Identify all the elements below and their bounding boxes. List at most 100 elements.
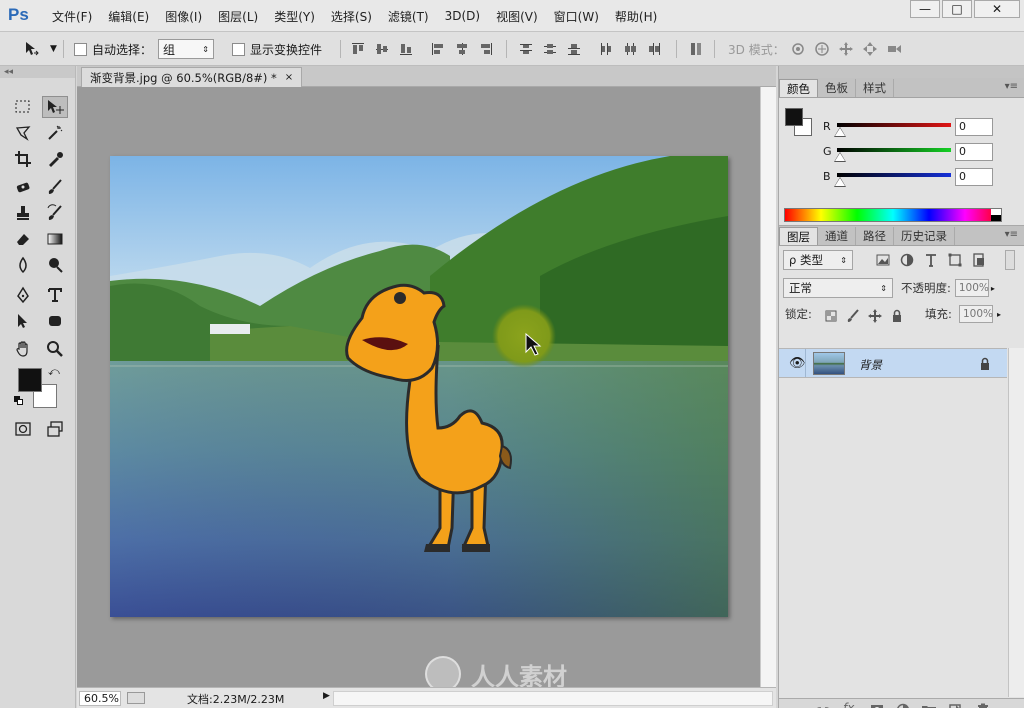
tab-history[interactable]: 历史记录: [894, 227, 955, 245]
tab-paths[interactable]: 路径: [856, 227, 894, 245]
auto-select-dropdown[interactable]: 组 ⇕: [158, 39, 214, 59]
layers-scrollbar[interactable]: [1008, 348, 1024, 697]
menu-type[interactable]: 类型(Y): [266, 8, 323, 25]
magic-wand-tool-icon[interactable]: [42, 122, 68, 144]
distribute-hcenter-icon[interactable]: [622, 41, 638, 57]
new-layer-icon[interactable]: [947, 702, 963, 708]
shape-tool-icon[interactable]: [42, 310, 68, 332]
zoom-level-field[interactable]: 60.5%: [79, 691, 121, 706]
panel-menu-icon[interactable]: ▾≡: [1005, 81, 1018, 92]
clone-stamp-tool-icon[interactable]: [10, 202, 36, 224]
dock-header[interactable]: [779, 66, 1024, 78]
gradient-tool-icon[interactable]: [42, 228, 68, 250]
layers-panel-menu-icon[interactable]: ▾≡: [1005, 229, 1018, 240]
fill-dropdown-icon[interactable]: ▸: [997, 310, 1001, 319]
canvas-area[interactable]: 人人素材: [77, 87, 760, 687]
slider-green-value[interactable]: 0: [955, 143, 993, 161]
menu-3d[interactable]: 3D(D): [437, 9, 488, 23]
close-button[interactable]: ✕: [974, 0, 1020, 18]
menu-edit[interactable]: 编辑(E): [100, 8, 157, 25]
add-mask-icon[interactable]: [869, 702, 885, 708]
opacity-dropdown-icon[interactable]: ▸: [991, 284, 995, 293]
filter-pixel-icon[interactable]: [875, 252, 891, 271]
slider-red-value[interactable]: 0: [955, 118, 993, 136]
layer-name[interactable]: 背景: [859, 357, 882, 373]
tab-color[interactable]: 颜色: [779, 79, 818, 97]
delete-layer-icon[interactable]: [975, 702, 991, 708]
path-selection-tool-icon[interactable]: [10, 310, 36, 332]
hand-tool-icon[interactable]: [10, 338, 36, 360]
menu-help[interactable]: 帮助(H): [607, 8, 665, 25]
tab-swatches[interactable]: 色板: [818, 79, 856, 97]
align-right-icon[interactable]: [478, 41, 494, 57]
slider-blue-thumb[interactable]: [835, 178, 845, 186]
filter-smart-object-icon[interactable]: [971, 252, 987, 271]
type-tool-icon[interactable]: [42, 284, 68, 306]
slider-red-track[interactable]: [837, 123, 951, 127]
slider-blue-track[interactable]: [837, 173, 951, 177]
toolbox-header[interactable]: ◂◂: [0, 66, 75, 78]
move-tool-icon[interactable]: [42, 96, 68, 118]
tab-channels[interactable]: 通道: [818, 227, 856, 245]
adjustment-layer-icon[interactable]: [895, 702, 911, 708]
menu-view[interactable]: 视图(V): [488, 8, 546, 25]
filter-toggle-switch[interactable]: [1005, 250, 1015, 270]
slider-red-thumb[interactable]: [835, 128, 845, 136]
filter-adjustment-icon[interactable]: [899, 252, 915, 271]
align-hcenter-icon[interactable]: [454, 41, 470, 57]
3d-rotate-icon[interactable]: [790, 41, 806, 57]
link-layers-icon[interactable]: [815, 702, 831, 708]
align-bottom-icon[interactable]: [398, 41, 414, 57]
3d-slide-icon[interactable]: [862, 41, 878, 57]
layer-style-fx-icon[interactable]: fx: [843, 701, 854, 708]
menu-window[interactable]: 窗口(W): [546, 8, 607, 25]
foreground-color-swatch[interactable]: [18, 368, 42, 392]
distribute-vcenter-icon[interactable]: [542, 41, 558, 57]
tab-styles[interactable]: 样式: [856, 79, 894, 97]
align-top-icon[interactable]: [350, 41, 366, 57]
blend-mode-dropdown[interactable]: 正常 ⇕: [783, 278, 893, 298]
lock-all-icon[interactable]: [889, 308, 905, 327]
crop-tool-icon[interactable]: [10, 148, 36, 170]
lasso-tool-icon[interactable]: [10, 122, 36, 144]
3d-scale-icon[interactable]: [886, 41, 902, 57]
quick-mask-icon[interactable]: [10, 418, 36, 440]
3d-roll-icon[interactable]: [814, 41, 830, 57]
auto-select-checkbox[interactable]: [74, 42, 87, 56]
3d-drag-icon[interactable]: [838, 41, 854, 57]
document-tab[interactable]: 渐变背景.jpg @ 60.5%(RGB/8#) * ×: [81, 67, 303, 87]
lock-position-icon[interactable]: [867, 308, 883, 327]
zoom-tool-icon[interactable]: [42, 338, 68, 360]
default-colors-icon[interactable]: [14, 396, 24, 406]
new-group-icon[interactable]: [921, 702, 937, 708]
brush-tool-icon[interactable]: [42, 176, 68, 198]
menu-filter[interactable]: 滤镜(T): [380, 8, 437, 25]
menu-select[interactable]: 选择(S): [323, 8, 380, 25]
marquee-tool-icon[interactable]: [10, 96, 36, 118]
dodge-tool-icon[interactable]: [42, 254, 68, 276]
document-image[interactable]: [110, 156, 728, 617]
opacity-field[interactable]: 100%: [954, 279, 989, 297]
slider-green-track[interactable]: [837, 148, 951, 152]
menu-image[interactable]: 图像(I): [157, 8, 210, 25]
screen-mode-icon[interactable]: [42, 418, 68, 440]
pen-tool-icon[interactable]: [10, 284, 36, 306]
menu-layer[interactable]: 图层(L): [210, 8, 266, 25]
preset-dropdown-icon[interactable]: ▼: [50, 32, 57, 66]
tab-layers[interactable]: 图层: [779, 227, 818, 245]
align-left-icon[interactable]: [430, 41, 446, 57]
panel-foreground-swatch[interactable]: [785, 108, 803, 126]
distribute-bottom-icon[interactable]: [566, 41, 582, 57]
slider-green-thumb[interactable]: [835, 153, 845, 161]
align-vcenter-icon[interactable]: [374, 41, 390, 57]
lock-pixels-icon[interactable]: [845, 308, 861, 327]
history-brush-tool-icon[interactable]: [42, 202, 68, 224]
layer-lock-icon[interactable]: [977, 356, 993, 375]
minimize-button[interactable]: —: [910, 0, 940, 18]
layer-filter-dropdown[interactable]: ρ 类型 ⇕: [783, 250, 853, 270]
canvas-horizontal-scrollbar[interactable]: [333, 691, 773, 706]
distribute-left-icon[interactable]: [598, 41, 614, 57]
move-tool-preset-icon[interactable]: [24, 41, 40, 57]
healing-brush-tool-icon[interactable]: [10, 176, 36, 198]
fill-field[interactable]: 100%: [959, 305, 993, 323]
